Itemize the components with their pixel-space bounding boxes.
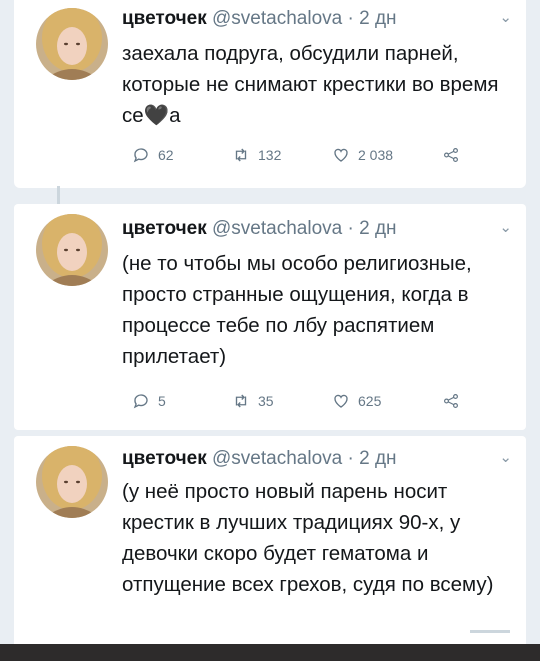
thread-connector	[57, 186, 60, 206]
tweet-header: цветочек @svetachalova · 2 дн ⌄	[122, 218, 516, 244]
avatar[interactable]	[36, 446, 108, 518]
retweet-button[interactable]: 132	[232, 146, 281, 164]
display-name[interactable]: цветочек	[122, 218, 207, 239]
bottom-bar	[0, 644, 540, 661]
tweet-time[interactable]: · 2 дн	[348, 448, 397, 469]
reply-icon	[133, 148, 148, 163]
tweet-actions: 5 35 625	[132, 392, 472, 416]
share-icon	[444, 148, 458, 162]
retweet-count: 132	[258, 147, 282, 163]
retweet-button[interactable]: 35	[232, 392, 274, 410]
retweet-icon	[235, 148, 247, 162]
tweet-card-2[interactable]: цветочек @svetachalova · 2 дн ⌄ (не то ч…	[14, 204, 526, 430]
chevron-down-icon[interactable]: ⌄	[499, 218, 512, 236]
tweet-text: (у неё просто новый парень носит крестик…	[122, 480, 494, 596]
tweet-card-1[interactable]: цветочек @svetachalova · 2 дн ⌄ заехала …	[14, 0, 526, 188]
share-button[interactable]	[442, 392, 460, 410]
display-name[interactable]: цветочек	[122, 8, 207, 29]
tweet-time[interactable]: · 2 дн	[348, 218, 397, 239]
chevron-down-icon[interactable]: ⌄	[499, 8, 512, 26]
like-count: 625	[358, 393, 382, 409]
like-icon	[334, 148, 348, 162]
share-button[interactable]	[442, 146, 460, 164]
like-count: 2 038	[358, 147, 394, 163]
retweet-count: 35	[258, 393, 274, 409]
avatar[interactable]	[36, 8, 108, 80]
tweet-text: заехала подруга, обсудили парней, которы…	[122, 42, 499, 127]
divider	[470, 630, 510, 633]
reply-icon	[133, 394, 148, 409]
tweet-card-3[interactable]: цветочек @svetachalova · 2 дн ⌄ (у неё п…	[14, 436, 526, 644]
like-icon	[334, 394, 348, 408]
like-button[interactable]: 2 038	[332, 146, 393, 164]
tweet-time[interactable]: · 2 дн	[348, 8, 397, 29]
tweet-header: цветочек @svetachalova · 2 дн ⌄	[122, 8, 516, 34]
reply-count: 5	[158, 393, 166, 409]
display-name[interactable]: цветочек	[122, 448, 207, 469]
share-icon	[444, 394, 458, 408]
like-button[interactable]: 625	[332, 392, 381, 410]
tweet-text: (не то чтобы мы особо религиозные, прост…	[122, 252, 472, 368]
retweet-icon	[235, 394, 247, 408]
reply-button[interactable]: 62	[132, 146, 174, 164]
chevron-down-icon[interactable]: ⌄	[499, 448, 512, 466]
user-handle[interactable]: @svetachalova	[212, 218, 342, 239]
reply-count: 62	[158, 147, 174, 163]
user-handle[interactable]: @svetachalova	[212, 448, 342, 469]
tweet-actions: 62 132 2 038	[132, 146, 472, 170]
user-handle[interactable]: @svetachalova	[212, 8, 342, 29]
tweet-header: цветочек @svetachalova · 2 дн ⌄	[122, 448, 516, 474]
avatar[interactable]	[36, 214, 108, 286]
reply-button[interactable]: 5	[132, 392, 166, 410]
